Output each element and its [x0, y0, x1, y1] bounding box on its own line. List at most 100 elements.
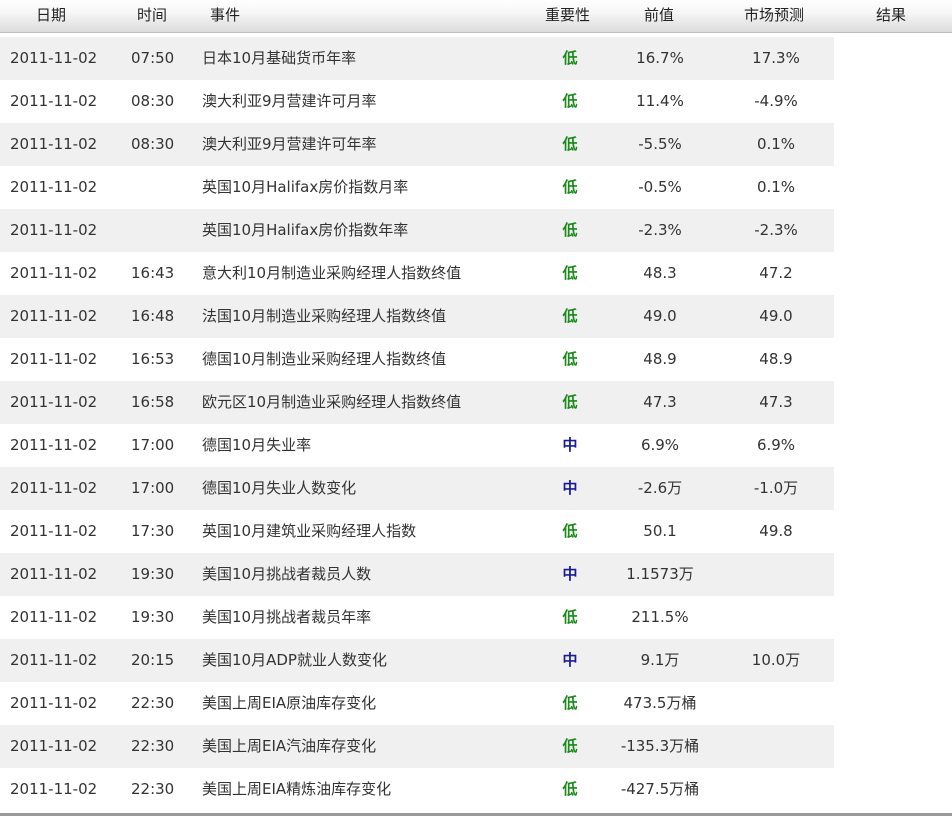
previous-value-cell: 48.3: [643, 264, 677, 282]
previous-value-cell: 6.9%: [640, 436, 680, 454]
previous-value-cell: 47.3: [643, 393, 677, 411]
time-cell: 16:58: [131, 393, 175, 411]
time-cell: 16:53: [131, 350, 175, 368]
table-row[interactable]: 2011-11-02 英国10月Halifax房价指数月率 低 -0.5% 0.1%: [0, 166, 952, 209]
table-row[interactable]: 2011-11-02 16:53 德国10月制造业采购经理人指数终值 低 48.9 48.…: [0, 338, 952, 381]
time-cell: 20:15: [131, 651, 175, 669]
importance-cell: 低: [562, 522, 578, 540]
time-cell: 17:00: [131, 436, 175, 454]
date-cell: 2011-11-02: [10, 436, 98, 454]
event-cell: 美国10月挑战者裁员年率: [202, 608, 372, 626]
time-cell: 22:30: [131, 780, 175, 798]
table-row[interactable]: 2011-11-02 22:30 美国上周EIA原油库存变化 低 473.5万桶: [0, 682, 952, 725]
event-cell: 澳大利亚9月营建许可年率: [202, 135, 377, 153]
time-cell: 17:30: [131, 522, 175, 540]
table-row[interactable]: 2011-11-02 07:50 日本10月基础货币年率 低 16.7% 17.3%: [0, 37, 952, 80]
importance-cell: 低: [562, 737, 578, 755]
date-cell: 2011-11-02: [10, 49, 98, 67]
previous-value-cell: -2.6万: [637, 479, 683, 497]
calendar-table-body: 2011-11-02 07:50 日本10月基础货币年率低 16.7% 17.3% 201…: [0, 37, 952, 811]
header-forecast[interactable]: 市场预测: [744, 0, 804, 31]
date-cell: 2011-11-02: [10, 135, 98, 153]
importance-cell: 低: [562, 694, 578, 712]
table-header: 日期 时间 事件 重要性 前值 市场预测 结果: [0, 0, 952, 33]
header-event[interactable]: 事件: [210, 0, 240, 31]
table-row[interactable]: 2011-11-02 17:00 德国10月失业率 中 6.9% 6.9%: [0, 424, 952, 467]
header-result[interactable]: 结果: [876, 0, 906, 31]
date-cell: 2011-11-02: [10, 264, 98, 282]
previous-value-cell: 16.7%: [636, 49, 684, 67]
date-cell: 2011-11-02: [10, 221, 98, 239]
importance-cell: 中: [562, 479, 578, 497]
previous-value-cell: -5.5%: [638, 135, 682, 153]
header-time[interactable]: 时间: [137, 0, 167, 31]
forecast-value-cell: 47.2: [759, 264, 793, 282]
header-importance[interactable]: 重要性: [545, 0, 590, 31]
table-row[interactable]: 2011-11-02 19:30 美国10月挑战者裁员年率 低 211.5%: [0, 596, 952, 639]
previous-value-cell: 473.5万桶: [623, 694, 697, 712]
table-row[interactable]: 2011-11-02 17:00 德国10月失业人数变化 中 -2.6万 -1.0万: [0, 467, 952, 510]
importance-cell: 中: [562, 436, 578, 454]
importance-cell: 低: [562, 178, 578, 196]
date-cell: 2011-11-02: [10, 522, 98, 540]
table-row[interactable]: 2011-11-02 19:30 美国10月挑战者裁员人数 中 1.1573万: [0, 553, 952, 596]
date-cell: 2011-11-02: [10, 565, 98, 583]
time-cell: 22:30: [131, 737, 175, 755]
event-cell: 德国10月制造业采购经理人指数终值: [202, 350, 447, 368]
previous-value-cell: 49.0: [643, 307, 677, 325]
importance-cell: 中: [562, 651, 578, 669]
importance-cell: 低: [562, 608, 578, 626]
date-cell: 2011-11-02: [10, 178, 98, 196]
importance-cell: 低: [562, 49, 578, 67]
event-cell: 欧元区10月制造业采购经理人指数终值: [202, 393, 462, 411]
forecast-value-cell: -1.0万: [753, 479, 799, 497]
event-cell: 英国10月建筑业采购经理人指数: [202, 522, 417, 540]
date-cell: 2011-11-02: [10, 393, 98, 411]
table-row[interactable]: 2011-11-02 20:15 美国10月ADP就业人数变化 中 9.1万 10.0万: [0, 639, 952, 682]
event-cell: 意大利10月制造业采购经理人指数终值: [202, 264, 462, 282]
table-row[interactable]: 2011-11-02 22:30 美国上周EIA精炼油库存变化 低 -427.5万桶: [0, 768, 952, 811]
previous-value-cell: 211.5%: [631, 608, 689, 626]
event-cell: 英国10月Halifax房价指数年率: [202, 221, 409, 239]
header-previous[interactable]: 前值: [644, 0, 674, 31]
forecast-value-cell: 6.9%: [756, 436, 796, 454]
forecast-value-cell: 10.0万: [751, 651, 801, 669]
event-cell: 德国10月失业率: [202, 436, 312, 454]
importance-cell: 低: [562, 393, 578, 411]
forecast-value-cell: 49.8: [759, 522, 793, 540]
event-cell: 德国10月失业人数变化: [202, 479, 357, 497]
time-cell: 16:48: [131, 307, 175, 325]
importance-cell: 低: [562, 350, 578, 368]
time-cell: 08:30: [131, 135, 175, 153]
date-cell: 2011-11-02: [10, 651, 98, 669]
date-cell: 2011-11-02: [10, 694, 98, 712]
forecast-value-cell: 0.1%: [756, 135, 796, 153]
table-row[interactable]: 2011-11-02 16:48 法国10月制造业采购经理人指数终值 低 49.0 49.…: [0, 295, 952, 338]
forecast-value-cell: 48.9: [759, 350, 793, 368]
time-cell: 19:30: [131, 608, 175, 626]
date-cell: 2011-11-02: [10, 350, 98, 368]
time-cell: 07:50: [131, 49, 175, 67]
table-row[interactable]: 2011-11-02 16:58 欧元区10月制造业采购经理人指数终值 低 47.3 47…: [0, 381, 952, 424]
forecast-value-cell: 0.1%: [756, 178, 796, 196]
table-row[interactable]: 2011-11-02 17:30 英国10月建筑业采购经理人指数 低 50.1 49.8: [0, 510, 952, 553]
forecast-value-cell: 17.3%: [752, 49, 800, 67]
event-cell: 美国上周EIA原油库存变化: [202, 694, 377, 712]
event-cell: 美国10月ADP就业人数变化: [202, 651, 387, 669]
forecast-value-cell: -2.3%: [754, 221, 798, 239]
header-date[interactable]: 日期: [36, 0, 66, 31]
table-row[interactable]: 2011-11-02 08:30 澳大利亚9月营建许可年率 低 -5.5% 0.1%: [0, 123, 952, 166]
table-row[interactable]: 2011-11-02 08:30 澳大利亚9月营建许可月率 低 11.4% -4.9%: [0, 80, 952, 123]
time-cell: 19:30: [131, 565, 175, 583]
table-row[interactable]: 2011-11-02 16:43 意大利10月制造业采购经理人指数终值 低 48.3 47…: [0, 252, 952, 295]
date-cell: 2011-11-02: [10, 92, 98, 110]
importance-cell: 低: [562, 135, 578, 153]
previous-value-cell: 1.1573万: [626, 565, 694, 583]
previous-value-cell: -2.3%: [638, 221, 682, 239]
table-row[interactable]: 2011-11-02 22:30 美国上周EIA汽油库存变化 低 -135.3万桶: [0, 725, 952, 768]
previous-value-cell: 9.1万: [640, 651, 680, 669]
importance-cell: 中: [562, 565, 578, 583]
importance-cell: 低: [562, 221, 578, 239]
table-row[interactable]: 2011-11-02 英国10月Halifax房价指数年率 低 -2.3% -2.3%: [0, 209, 952, 252]
event-cell: 日本10月基础货币年率: [202, 49, 357, 67]
